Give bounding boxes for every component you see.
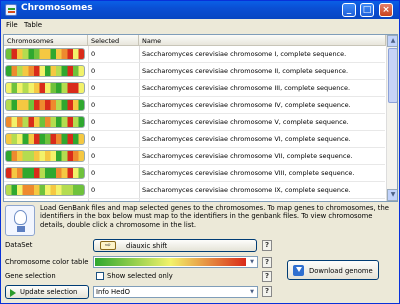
- chevron-down-icon[interactable]: ▼: [247, 257, 257, 267]
- help-icon[interactable]: ?: [262, 257, 272, 268]
- menu-table[interactable]: Table: [24, 21, 42, 29]
- lightbulb-icon: [5, 205, 35, 236]
- dataset-button-label: diauxic shift: [126, 242, 168, 250]
- table-row[interactable]: 0 Saccharomyces cerevisiae chromosome III…: [4, 80, 385, 97]
- gene-selection-label: Gene selection: [5, 272, 56, 280]
- table-row[interactable]: 0 Saccharomyces cerevisiae chromosome V, …: [4, 114, 385, 131]
- dataset-button[interactable]: ⇨ diauxic shift: [93, 239, 257, 252]
- chromosome-heatmap-bar[interactable]: [5, 48, 85, 60]
- selected-count-cell: 0: [88, 199, 139, 201]
- title-bar[interactable]: Chromosomes _ □ ×: [1, 1, 399, 19]
- color-table-label: Chromosome color table: [5, 258, 89, 266]
- show-selected-only-checkbox[interactable]: [96, 272, 104, 280]
- help-icon[interactable]: ?: [262, 240, 272, 251]
- identifier-select-value: Info HedO: [96, 288, 130, 296]
- table-row[interactable]: 0 Saccharomyces cerevisiae chromosome VII…: [4, 148, 385, 165]
- selected-count-cell: 0: [88, 80, 139, 96]
- window-title: Chromosomes: [21, 3, 93, 13]
- chromosome-heatmap-bar[interactable]: [5, 184, 85, 196]
- table-row[interactable]: 0 Saccharomyces cerevisiae chromosome IX,…: [4, 182, 385, 199]
- chromosome-name-cell: Saccharomyces cerevisiae chromosome I, c…: [139, 46, 351, 62]
- chevron-down-icon[interactable]: ▼: [247, 287, 257, 297]
- chromosome-name-cell: Saccharomyces cerevisiae chromosome II, …: [139, 63, 351, 79]
- column-header-chromosomes[interactable]: Chromosomes: [4, 35, 88, 46]
- table-scrollbar[interactable]: ▲ ▼: [386, 35, 397, 201]
- chromosome-heatmap-bar[interactable]: [5, 65, 85, 77]
- selected-count-cell: 0: [88, 46, 139, 62]
- table-row[interactable]: 0 Saccharomyces cerevisiae chromosome IV,…: [4, 97, 385, 114]
- scroll-down-icon[interactable]: ▼: [387, 189, 397, 201]
- chromosome-name-cell: Saccharomyces cerevisiae chromosome IX, …: [139, 182, 351, 198]
- info-panel: Load GenBank files and map selected gene…: [3, 204, 398, 238]
- download-genome-label: Download genome: [309, 267, 373, 275]
- close-button[interactable]: ×: [379, 3, 393, 17]
- menu-bar: File Table: [1, 19, 399, 32]
- app-icon: [5, 4, 17, 16]
- chromosome-name-cell: Saccharomyces cerevisiae chromosome IV, …: [139, 97, 351, 113]
- chromosome-name-cell: [139, 199, 351, 201]
- selected-count-cell: 0: [88, 97, 139, 113]
- maximize-button[interactable]: □: [360, 3, 374, 17]
- show-selected-only-label: Show selected only: [107, 272, 173, 280]
- chromosome-heatmap-bar[interactable]: [5, 133, 85, 145]
- selected-count-cell: 0: [88, 148, 139, 164]
- selected-count-cell: 0: [88, 63, 139, 79]
- table-row[interactable]: 0 Saccharomyces cerevisiae chromosome II,…: [4, 63, 385, 80]
- chromosome-name-cell: Saccharomyces cerevisiae chromosome VII,…: [139, 148, 353, 164]
- chromosome-name-cell: Saccharomyces cerevisiae chromosome VI, …: [139, 131, 351, 147]
- menu-file[interactable]: File: [6, 21, 18, 29]
- dataset-label: DataSet: [5, 241, 33, 249]
- play-icon: [10, 289, 16, 297]
- chromosome-name-cell: Saccharomyces cerevisiae chromosome VIII…: [139, 165, 354, 181]
- chromosomes-window: Chromosomes _ □ × File Table Chromosomes…: [0, 0, 400, 304]
- chromosome-heatmap-bar[interactable]: [5, 116, 85, 128]
- chromosome-heatmap-bar[interactable]: [5, 201, 85, 202]
- chromosome-heatmap-bar[interactable]: [5, 99, 85, 111]
- table-row[interactable]: 0 Saccharomyces cerevisiae chromosome VII…: [4, 165, 385, 182]
- selected-count-cell: 0: [88, 114, 139, 130]
- scroll-thumb[interactable]: [388, 48, 397, 103]
- table-row[interactable]: 0 Saccharomyces cerevisiae chromosome VI,…: [4, 131, 385, 148]
- arrow-right-icon: ⇨: [100, 241, 116, 250]
- update-selection-label: Update selection: [20, 288, 78, 296]
- column-header-selected[interactable]: Selected: [88, 35, 139, 46]
- download-genome-button[interactable]: Download genome: [287, 260, 379, 280]
- table-row[interactable]: 0: [4, 199, 385, 202]
- table-row[interactable]: 0 Saccharomyces cerevisiae chromosome I, …: [4, 46, 385, 63]
- info-text: Load GenBank files and map selected gene…: [40, 204, 389, 229]
- chromosome-heatmap-bar[interactable]: [5, 82, 85, 94]
- scroll-up-icon[interactable]: ▲: [387, 35, 397, 47]
- chromosome-table: Chromosomes Selected Name 0 Saccharomyces…: [3, 34, 398, 202]
- selected-count-cell: 0: [88, 182, 139, 198]
- identifier-select[interactable]: Info HedO ▼: [93, 286, 258, 298]
- column-header-name[interactable]: Name: [139, 35, 386, 46]
- chromosome-name-cell: Saccharomyces cerevisiae chromosome V, c…: [139, 114, 351, 130]
- help-icon[interactable]: ?: [262, 271, 272, 282]
- chromosome-name-cell: Saccharomyces cerevisiae chromosome III,…: [139, 80, 351, 96]
- minimize-button[interactable]: _: [342, 3, 356, 17]
- help-icon[interactable]: ?: [262, 286, 272, 297]
- color-gradient-swatch: [95, 258, 246, 266]
- chromosome-heatmap-bar[interactable]: [5, 167, 85, 179]
- update-selection-button[interactable]: Update selection: [5, 285, 89, 299]
- selected-count-cell: 0: [88, 131, 139, 147]
- download-icon: [293, 265, 304, 276]
- selected-count-cell: 0: [88, 165, 139, 181]
- chromosome-heatmap-bar[interactable]: [5, 150, 85, 162]
- color-table-select[interactable]: ▼: [93, 256, 258, 268]
